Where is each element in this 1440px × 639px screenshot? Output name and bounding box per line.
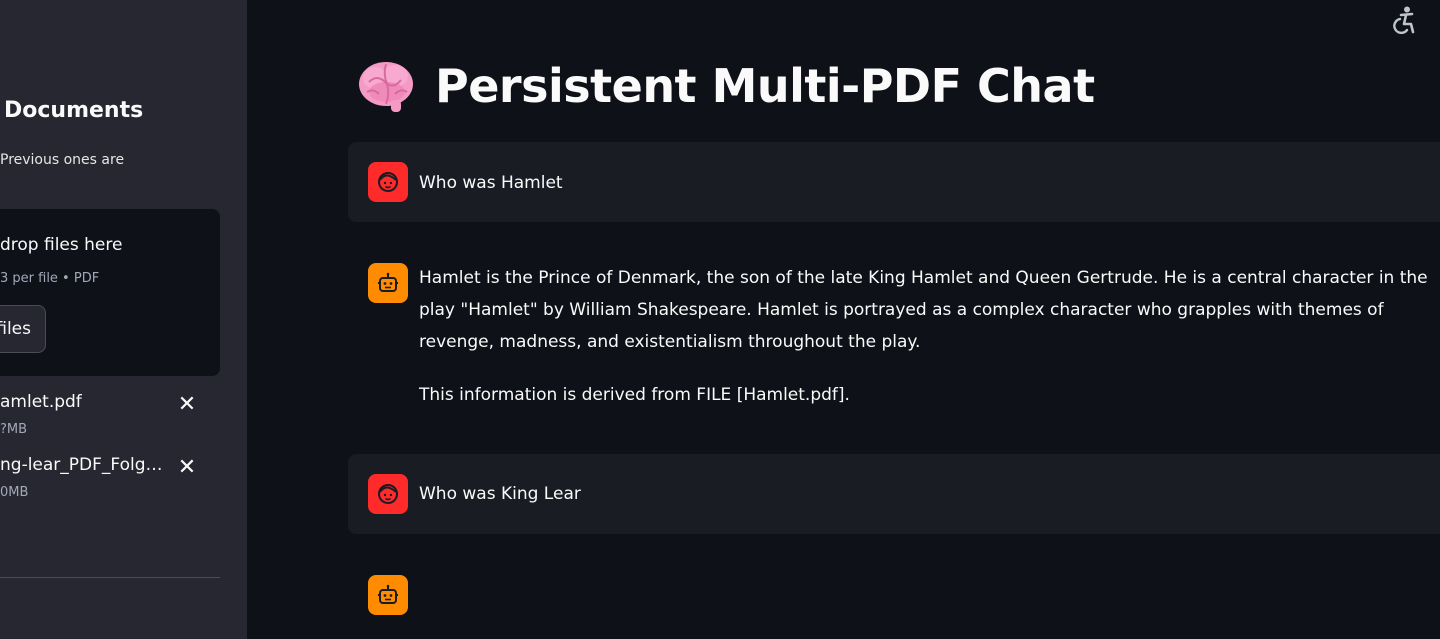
- dropzone-text: drop files here: [0, 235, 123, 255]
- page-title: Persistent Multi-PDF Chat: [435, 59, 1095, 113]
- assistant-message-text: Hamlet is the Prince of Denmark, the son…: [419, 262, 1440, 411]
- file-size: ?MB: [0, 422, 28, 437]
- sidebar-subtitle: Previous ones are: [0, 152, 125, 168]
- uploaded-file-item: ng-lear_PDF_FolgerShakespeare.pdf 0MB ✕: [0, 455, 220, 507]
- robot-icon: [368, 575, 408, 615]
- brain-icon: [359, 62, 413, 112]
- message-paragraph: This information is derived from FILE [H…: [419, 385, 850, 405]
- message-paragraph: Hamlet is the Prince of Denmark, the son…: [419, 268, 1428, 352]
- dropzone-limit: 3 per file • PDF: [0, 271, 100, 286]
- accessibility-icon[interactable]: [1392, 6, 1418, 34]
- file-size: 0MB: [0, 485, 29, 500]
- browse-files-label: files: [0, 319, 31, 339]
- close-icon[interactable]: ✕: [176, 457, 198, 479]
- sidebar-title: Documents: [4, 98, 144, 123]
- file-dropzone[interactable]: drop files here 3 per file • PDF files: [0, 209, 220, 376]
- sidebar: Documents Previous ones are drop files h…: [0, 0, 247, 639]
- robot-icon: [368, 263, 408, 303]
- user-face-icon: [368, 162, 408, 202]
- file-name: amlet.pdf: [0, 392, 82, 412]
- close-icon[interactable]: ✕: [176, 394, 198, 416]
- user-face-icon: [368, 474, 408, 514]
- file-name: ng-lear_PDF_FolgerShakespeare.pdf: [0, 455, 166, 475]
- chat-message-user: Who was King Lear: [348, 454, 1440, 534]
- page-header: Persistent Multi-PDF Chat: [357, 58, 1095, 114]
- uploaded-file-item: amlet.pdf ?MB ✕: [0, 392, 220, 444]
- browse-files-button[interactable]: files: [0, 305, 46, 353]
- message-text: Who was King Lear: [419, 484, 581, 504]
- chat-message-user: Who was Hamlet: [348, 142, 1440, 222]
- sidebar-divider: [0, 577, 220, 578]
- message-text: Who was Hamlet: [419, 173, 563, 193]
